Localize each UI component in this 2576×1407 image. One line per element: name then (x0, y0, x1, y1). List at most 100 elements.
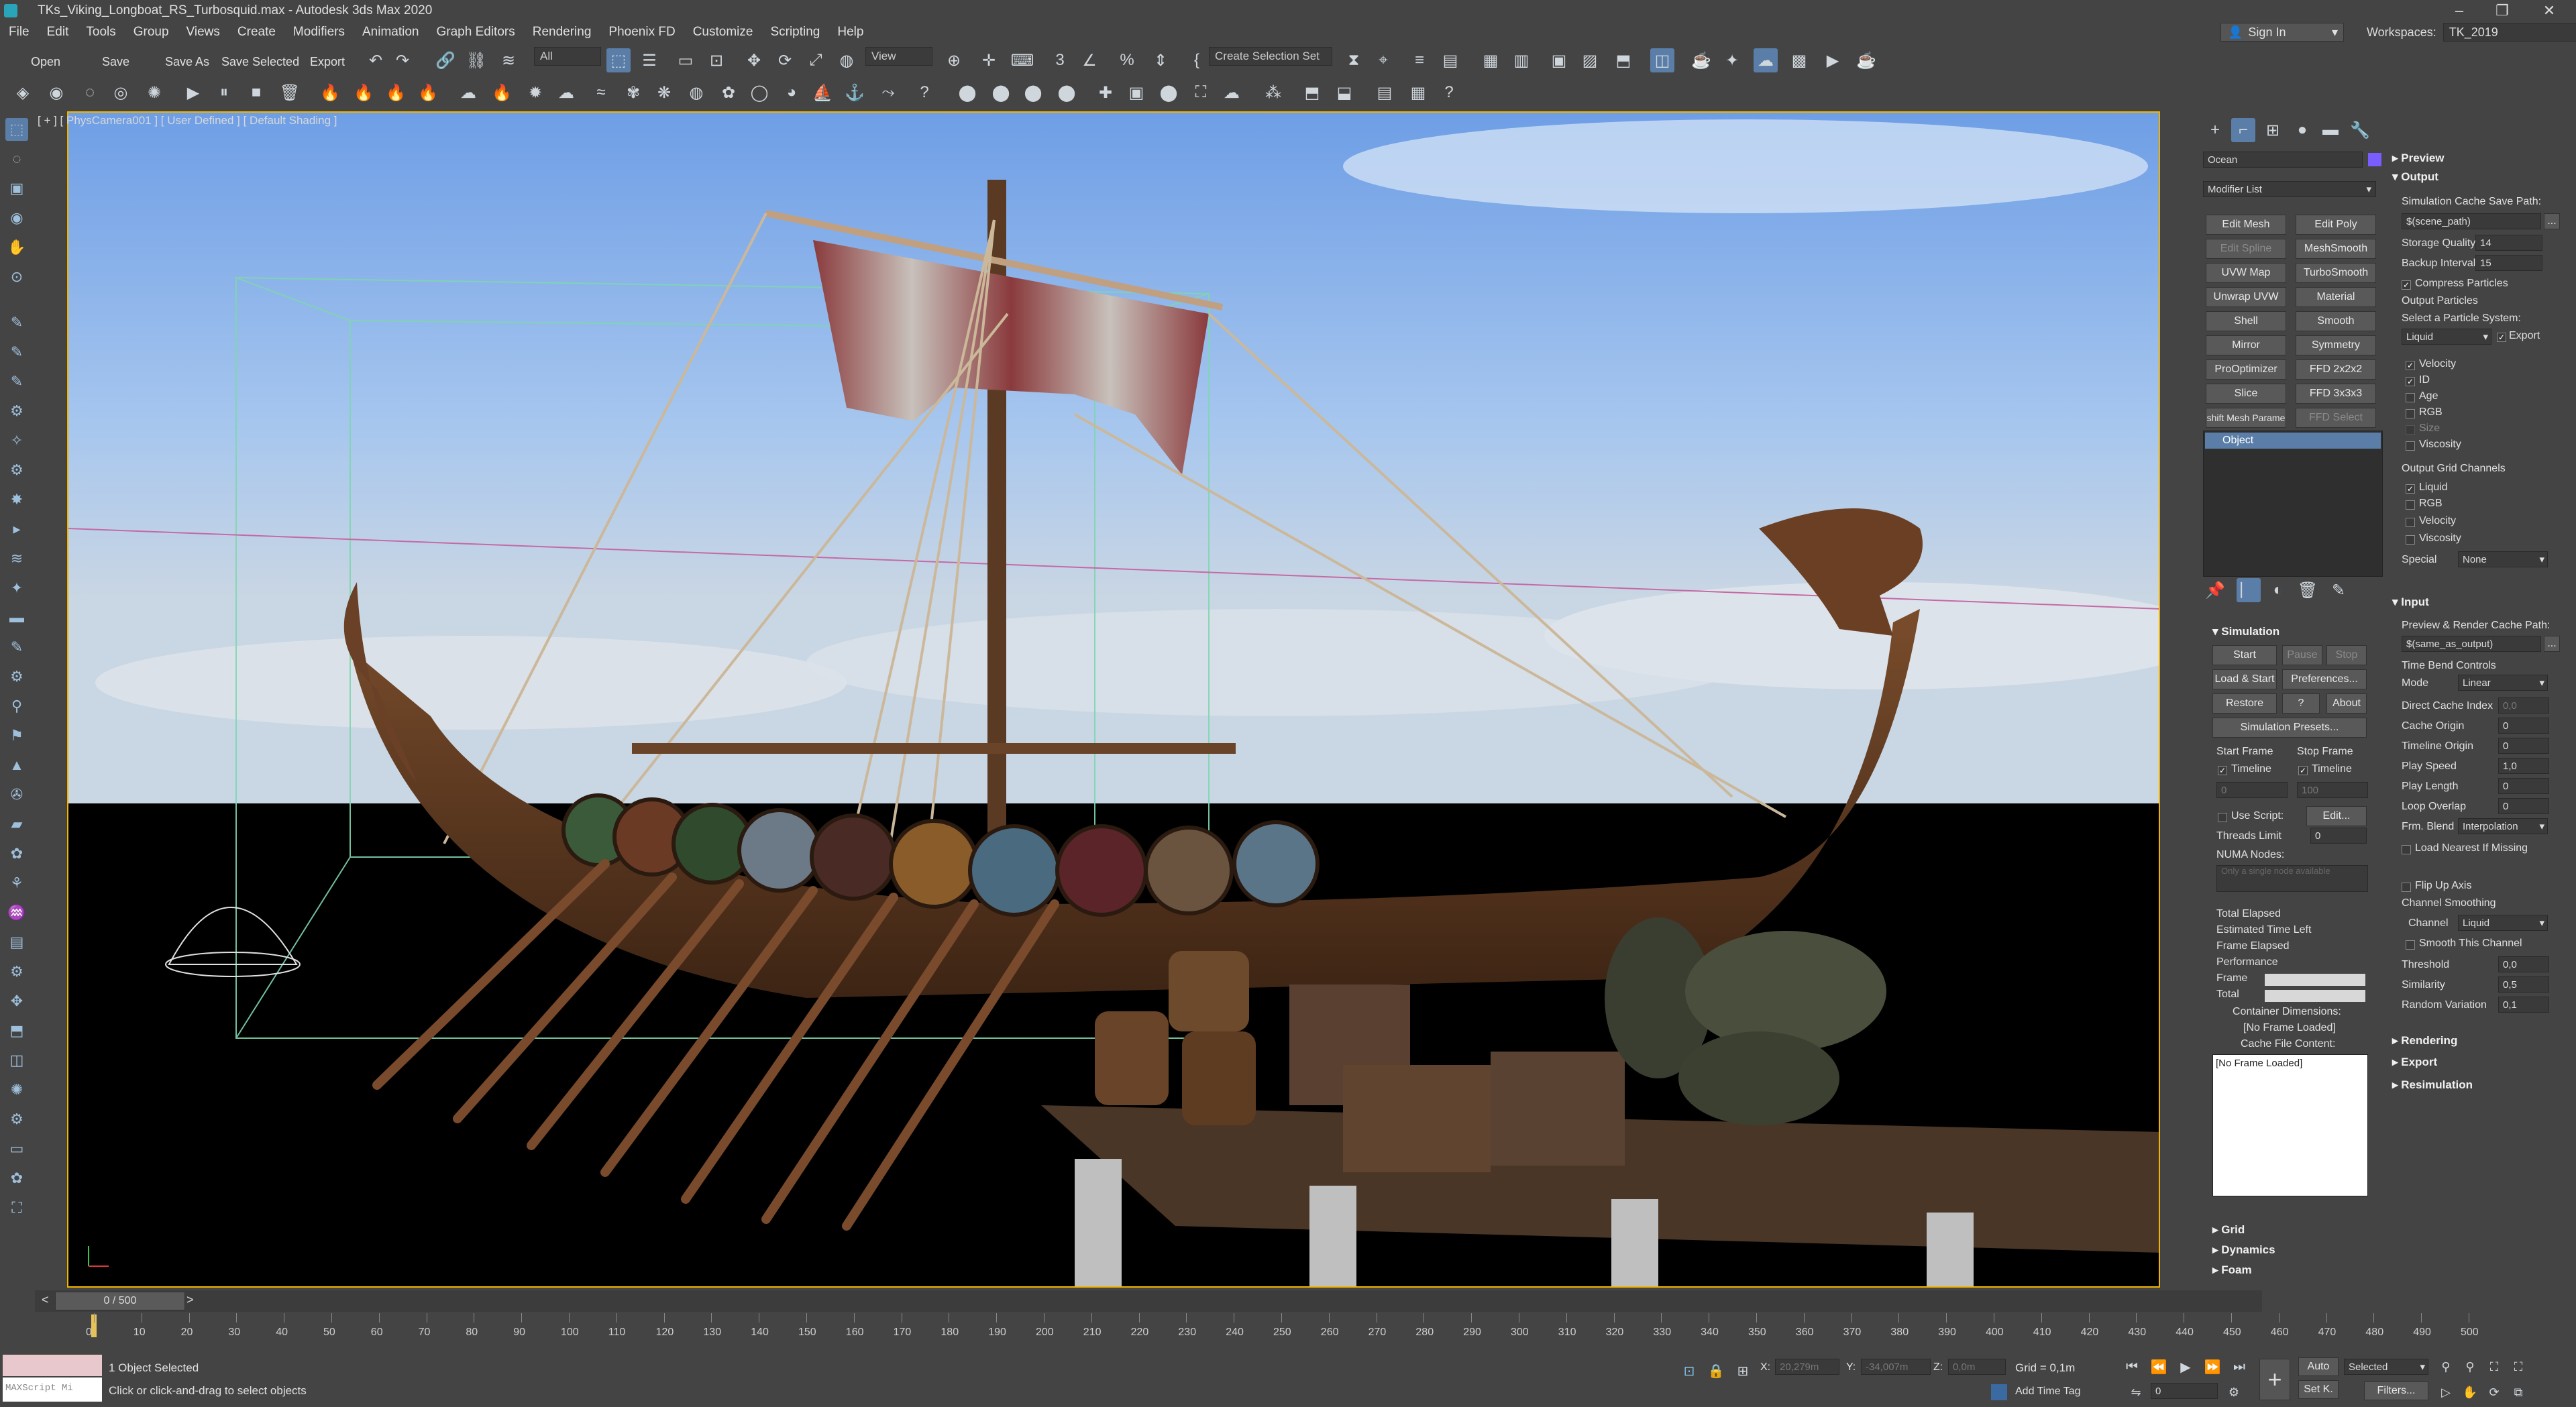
zoom-extents-icon[interactable]: ▣ (5, 177, 28, 200)
about-button[interactable]: About (2326, 693, 2367, 714)
shift-mesh-params-button[interactable]: shift Mesh Parame (2206, 408, 2286, 428)
create-cloth-icon[interactable]: ▬ (5, 606, 28, 629)
export-particles-checkbox[interactable]: ✓ (2497, 333, 2506, 342)
reference-coordinate-dropdown[interactable]: View (865, 47, 932, 66)
dynamics-rollout-header[interactable]: ▸ Dynamics (2212, 1243, 2275, 1257)
create-light-icon[interactable]: ✎ (5, 341, 28, 363)
current-frame-field[interactable]: 0 (2151, 1383, 2218, 1399)
isolate-selection-icon[interactable]: ⊡ (1677, 1359, 1701, 1383)
resimulation-rollout-header[interactable]: ▸ Resimulation (2392, 1078, 2473, 1092)
scale-icon[interactable]: ⤢ (804, 48, 828, 72)
menu-scripting[interactable]: Scripting (761, 25, 828, 40)
liquid-sim-icon[interactable]: ◉ (44, 80, 68, 105)
menu-file[interactable]: File (0, 25, 38, 40)
create-fluids-icon[interactable]: ≋ (5, 547, 28, 570)
modifier-list-dropdown[interactable]: Modifier List ▾ (2203, 181, 2376, 197)
menu-phoenix-fd[interactable]: Phoenix FD (600, 25, 684, 40)
make-unique-icon[interactable]: ◐ (2266, 578, 2290, 602)
loop-overlap-spinner[interactable]: 0 (2498, 798, 2549, 814)
uvw-map-button[interactable]: UVW Map (2206, 263, 2286, 283)
start-frame-spinner[interactable]: 0 (2216, 782, 2288, 798)
cache-origin-spinner[interactable]: 0 (2498, 718, 2549, 734)
menu-customize[interactable]: Customize (684, 25, 762, 40)
smoke-preset-icon[interactable]: ☁ (456, 80, 480, 105)
mirror-icon[interactable]: ⧗ (1342, 48, 1366, 72)
previous-frame-icon[interactable]: ⏪ (2147, 1355, 2171, 1379)
utilities-tab-icon[interactable]: 🔧 (2348, 118, 2372, 142)
create-forest-icon[interactable]: ✿ (5, 1167, 28, 1190)
export-rollout-header[interactable]: ▸ Export (2392, 1056, 2437, 1069)
key-filters-button[interactable]: Filters... (2364, 1382, 2428, 1400)
export-button[interactable]: Export (310, 55, 345, 69)
cache-file-content-list[interactable]: [No Frame Loaded] (2212, 1054, 2368, 1196)
symmetry-button[interactable]: Symmetry (2296, 335, 2376, 355)
orbit-view-icon[interactable]: ⟳ (2482, 1380, 2506, 1404)
start-timeline-checkbox[interactable]: ✓ (2218, 766, 2227, 775)
menu-edit[interactable]: Edit (38, 25, 78, 40)
create-cat-icon[interactable]: ✇ (5, 783, 28, 806)
id-particle-checkbox[interactable]: ✓ (2406, 377, 2415, 386)
select-manipulate-icon[interactable]: ✛ (977, 48, 1001, 72)
stop-timeline-checkbox[interactable]: ✓ (2298, 766, 2308, 775)
perspective-viewport[interactable] (67, 111, 2160, 1288)
phoenix-source-icon[interactable]: ◌ (78, 80, 102, 105)
turbosmooth-button[interactable]: TurboSmooth (2296, 263, 2376, 283)
play-icon[interactable]: ▶ (181, 80, 205, 105)
foam-preset-icon[interactable]: ❋ (652, 80, 676, 105)
show-end-result-icon[interactable]: ⎸ (2237, 578, 2261, 602)
edit-script-button[interactable]: Edit... (2306, 806, 2367, 826)
particle-system-dropdown[interactable]: Liquid ▾ (2402, 329, 2491, 345)
teapot-render-icon[interactable]: ☕ (1689, 48, 1713, 72)
create-object-paint-icon[interactable]: ✎ (5, 636, 28, 659)
prooptimizer-button[interactable]: ProOptimizer (2206, 359, 2286, 380)
rotate-icon[interactable]: ⟳ (773, 48, 797, 72)
create-retopology-icon[interactable]: ⚲ (5, 695, 28, 718)
restore-button[interactable]: Restore (2212, 693, 2277, 714)
special-dropdown[interactable]: None ▾ (2458, 551, 2548, 567)
rendered-frame-window-icon[interactable]: ⬒ (1611, 48, 1635, 72)
select-by-name-icon[interactable]: ☰ (637, 48, 661, 72)
create-stairs-icon[interactable]: ♒ (5, 901, 28, 924)
walk-through-icon[interactable]: ⊙ (5, 266, 28, 288)
grid-rollout-header[interactable]: ▸ Grid (2212, 1223, 2245, 1237)
create-phoenix-icon[interactable]: ⚙ (5, 1108, 28, 1131)
forest-library-icon[interactable]: ⬤ (1055, 80, 1079, 105)
go-to-start-icon[interactable]: ⏮ (2120, 1355, 2144, 1379)
create-particle-icon[interactable]: ✸ (5, 488, 28, 511)
ocean-preset-icon[interactable]: ≈ (589, 80, 613, 105)
create-foliage-icon[interactable]: ✿ (5, 842, 28, 865)
ffd-2x2x2-button[interactable]: FFD 2x2x2 (2296, 359, 2376, 380)
explosion-preset-icon[interactable]: ✹ (523, 80, 547, 105)
create-door-icon[interactable]: ▤ (5, 931, 28, 954)
help-icon[interactable]: ? (1437, 80, 1461, 105)
menu-help[interactable]: Help (828, 25, 872, 40)
save-selected-button[interactable]: Save Selected (221, 55, 299, 69)
track-bar[interactable]: 0 10 20 30 40 50 60 70 80 90 100 110 120 130 140 150 160… (35, 1313, 2524, 1351)
align-icon[interactable]: ⌖ (1371, 48, 1395, 72)
select-mode-icon[interactable]: ⬚ (5, 118, 28, 141)
field-of-view-icon[interactable]: ◉ (5, 207, 28, 229)
viscosity-particle-checkbox[interactable] (2406, 441, 2415, 451)
time-tag-icon[interactable] (1991, 1384, 2007, 1400)
next-frame-icon[interactable]: ⏩ (2200, 1355, 2224, 1379)
play-length-spinner[interactable]: 0 (2498, 778, 2549, 794)
menu-rendering[interactable]: Rendering (524, 25, 600, 40)
play-render-icon[interactable]: ▶ (1821, 48, 1845, 72)
maxscript-listener-top[interactable] (3, 1355, 102, 1376)
create-helper-icon[interactable]: ⚙ (5, 400, 28, 423)
ship-wake-preset-icon[interactable]: ⚓ (843, 80, 867, 105)
menu-views[interactable]: Views (178, 25, 229, 40)
maxscript-mini-listener[interactable]: MAXScript Mi (3, 1377, 102, 1402)
create-system-icon[interactable]: ⚙ (5, 459, 28, 482)
edit-spline-button[interactable]: Edit Spline (2206, 239, 2286, 259)
undo-icon[interactable]: ↶ (364, 48, 388, 72)
load-start-button[interactable]: Load & Start (2212, 669, 2277, 689)
rgb-grid-checkbox[interactable] (2406, 500, 2415, 510)
velocity-grid-checkbox[interactable] (2406, 518, 2415, 527)
pause-button[interactable]: Pause (2282, 645, 2322, 665)
create-bone-icon[interactable]: ▲ (5, 754, 28, 777)
size-particle-checkbox[interactable] (2406, 425, 2415, 435)
play-speed-spinner[interactable]: 1,0 (2498, 758, 2549, 774)
menu-tools[interactable]: Tools (77, 25, 124, 40)
set-key-button[interactable]: Set K. (2298, 1380, 2339, 1399)
